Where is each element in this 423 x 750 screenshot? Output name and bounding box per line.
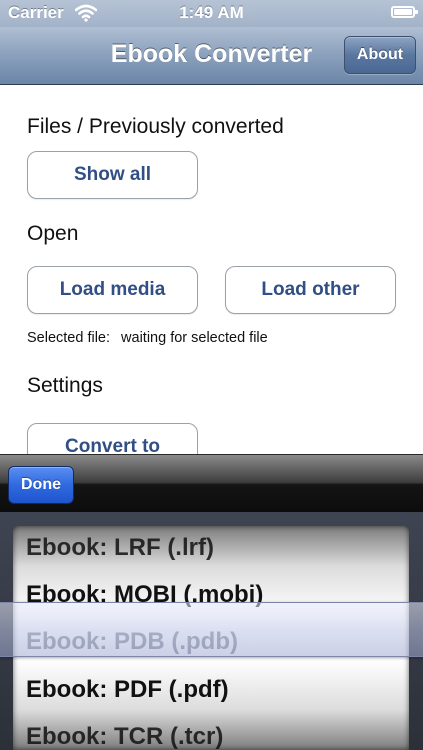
picker-wheel[interactable]: Ebook: LRF (.lrf) Ebook: MOBI (.mobi) Eb… [13,526,409,750]
about-button[interactable]: About [344,36,416,74]
show-all-button[interactable]: Show all [27,151,198,199]
picker-option[interactable]: Ebook: LRF (.lrf) [26,534,214,562]
battery-icon [391,6,418,18]
picker-option[interactable]: Ebook: PDF (.pdf) [26,676,229,704]
picker-option-selected[interactable]: Ebook: PDB (.pdb) [26,628,238,656]
open-section-heading: Open [27,222,79,245]
selected-file-row: Selected file: waiting for selected file [27,330,268,346]
files-section-heading: Files / Previously converted [27,115,284,138]
navigation-bar: Ebook Converter About [0,27,423,85]
status-bar: Carrier 1:49 AM [0,0,423,27]
load-other-button[interactable]: Load other [225,266,396,314]
status-time: 1:49 AM [179,3,244,22]
selected-file-label: Selected file: [27,330,111,346]
settings-section-heading: Settings [27,374,103,397]
format-picker[interactable]: Ebook: LRF (.lrf) Ebook: MOBI (.mobi) Eb… [0,512,423,750]
picker-option[interactable]: Ebook: MOBI (.mobi) [26,581,263,609]
selected-file-value: waiting for selected file [121,330,268,346]
picker-option[interactable]: Ebook: TCR (.tcr) [26,723,223,750]
picker-toolbar: Done [0,454,423,512]
done-button[interactable]: Done [8,466,74,504]
load-media-button[interactable]: Load media [27,266,198,314]
